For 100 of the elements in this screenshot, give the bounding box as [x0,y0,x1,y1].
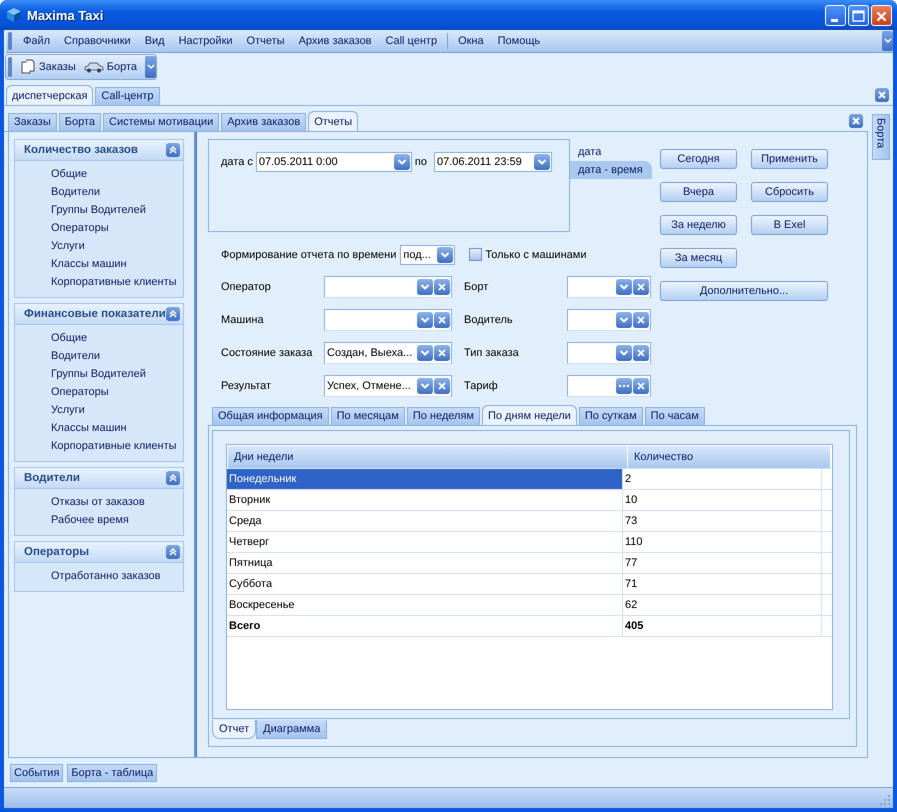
report-link[interactable]: Водители [51,346,100,365]
toolbar-button[interactable]: Борта [80,61,142,73]
column-header[interactable]: Дни недели [228,446,628,468]
chevron-down-icon[interactable] [619,282,629,291]
chevron-icon[interactable] [882,31,893,51]
splitter[interactable] [194,132,197,757]
chevron-down-icon[interactable] [420,348,430,357]
chevron-down-icon[interactable] [396,158,407,166]
group-header[interactable]: Количество заказов [15,140,183,161]
chevron-down-icon[interactable] [440,250,450,259]
report-link[interactable]: Отработанно заказов [51,566,160,585]
dropdown-field[interactable] [567,342,651,364]
collapse-icon[interactable] [166,142,180,157]
tab[interactable]: По часам [644,406,705,425]
tab[interactable]: По месяцам [330,406,405,425]
action-button[interactable]: Применить [751,148,828,169]
side-tab[interactable]: Борта [872,114,890,160]
report-link[interactable]: Корпоративные клиенты [51,436,177,455]
resize-grip-icon[interactable] [879,794,891,806]
date-field[interactable]: 07.05.2011 0:00 [256,152,412,172]
dropdown-field[interactable]: под... [400,244,456,265]
report-link[interactable]: Группы Водителей [51,364,146,383]
dropdown-field[interactable] [567,308,651,331]
menu-item[interactable]: Вид [138,35,172,47]
chevron-down-icon[interactable] [619,348,629,357]
report-link[interactable]: Группы Водителей [51,200,146,219]
chevron-icon[interactable] [145,56,156,78]
column-header[interactable]: Количество [628,446,831,468]
report-link[interactable]: Общие [51,164,88,183]
tab[interactable]: Борта [58,112,102,131]
minimize-button[interactable] [825,4,846,26]
report-link[interactable]: Классы машин [51,254,127,273]
clear-icon[interactable] [636,348,646,358]
group-header[interactable]: Финансовые показатели [15,304,183,325]
dropdown-field[interactable] [324,308,452,331]
collapse-icon[interactable] [166,306,180,321]
report-link[interactable]: Водители [51,182,100,201]
clear-icon[interactable] [636,380,646,391]
tab[interactable]: Отчеты [308,110,358,131]
tab[interactable]: Отчет [212,720,256,739]
dropdown-field[interactable]: Создан, Выеха... [324,342,452,364]
clear-icon[interactable] [437,314,447,325]
report-link[interactable]: Операторы [51,218,109,237]
action-button[interactable]: Дополнительно... [660,280,828,301]
tab[interactable]: По неделям [406,406,480,425]
action-button[interactable]: За неделю [660,214,737,235]
action-button[interactable]: Сегодня [660,148,737,169]
report-link[interactable]: Корпоративные клиенты [51,272,177,291]
dropdown-field[interactable]: Успех, Отмене... [324,374,452,397]
mode-tab[interactable]: дата - время [570,160,652,179]
tab[interactable]: Диаграмма [256,720,328,739]
report-link[interactable]: Рабочее время [51,510,129,529]
dropdown-field[interactable] [567,276,651,298]
menu-item[interactable]: Настройки [172,35,240,47]
report-link[interactable]: Операторы [51,382,109,401]
dropdown-field[interactable] [324,276,452,298]
group-header[interactable]: Водители [15,468,183,489]
tab[interactable]: Call-центр [95,87,160,105]
chevron-down-icon[interactable] [619,316,629,324]
clear-icon[interactable] [437,282,447,292]
menu-item[interactable]: Архив заказов [292,35,379,47]
close-icon[interactable] [875,88,889,102]
toolbar-button[interactable]: Заказы [16,59,80,75]
group-header[interactable]: Операторы [15,542,183,563]
action-button[interactable]: За месяц [660,248,737,268]
chevron-down-icon[interactable] [420,282,430,291]
action-button[interactable]: В Exel [751,214,828,235]
action-button[interactable]: Вчера [660,182,737,202]
tab[interactable]: диспетчерская [6,85,94,105]
chevron-down-icon[interactable] [420,316,430,324]
report-link[interactable]: Услуги [51,400,85,419]
mode-tab[interactable]: дата [570,142,652,161]
chevron-down-icon[interactable] [536,158,547,166]
tab[interactable]: Борта - таблица [67,764,158,782]
maximize-button[interactable] [848,4,869,26]
clear-icon[interactable] [437,348,447,358]
report-link[interactable]: Общие [51,328,88,347]
date-field[interactable]: 07.06.2011 23:59 [434,152,552,172]
tab[interactable]: Архив заказов [221,112,306,131]
clear-icon[interactable] [437,380,447,391]
menu-item[interactable]: Помощь [490,35,548,47]
tab[interactable]: Общая информация [212,406,329,425]
report-link[interactable]: Классы машин [51,418,127,437]
tab[interactable]: События [10,764,64,782]
tab[interactable]: Системы мотивации [103,112,220,131]
action-button[interactable]: Сбросить [751,182,828,202]
tab[interactable]: Заказы [8,112,57,131]
report-link[interactable]: Услуги [51,236,85,255]
close-icon[interactable] [849,114,863,128]
chevron-down-icon[interactable] [420,382,430,390]
tab[interactable]: По дням недели [482,404,577,425]
menu-item[interactable]: Отчеты [240,35,292,47]
menu-item[interactable]: Файл [16,35,58,47]
collapse-icon[interactable] [166,470,180,485]
menu-item[interactable]: Окна [451,35,491,47]
menu-item[interactable]: Call центр [378,35,444,47]
checkbox[interactable] [469,248,482,262]
report-link[interactable]: Отказы от заказов [51,492,145,511]
clear-icon[interactable] [636,282,646,292]
collapse-icon[interactable] [166,544,180,559]
